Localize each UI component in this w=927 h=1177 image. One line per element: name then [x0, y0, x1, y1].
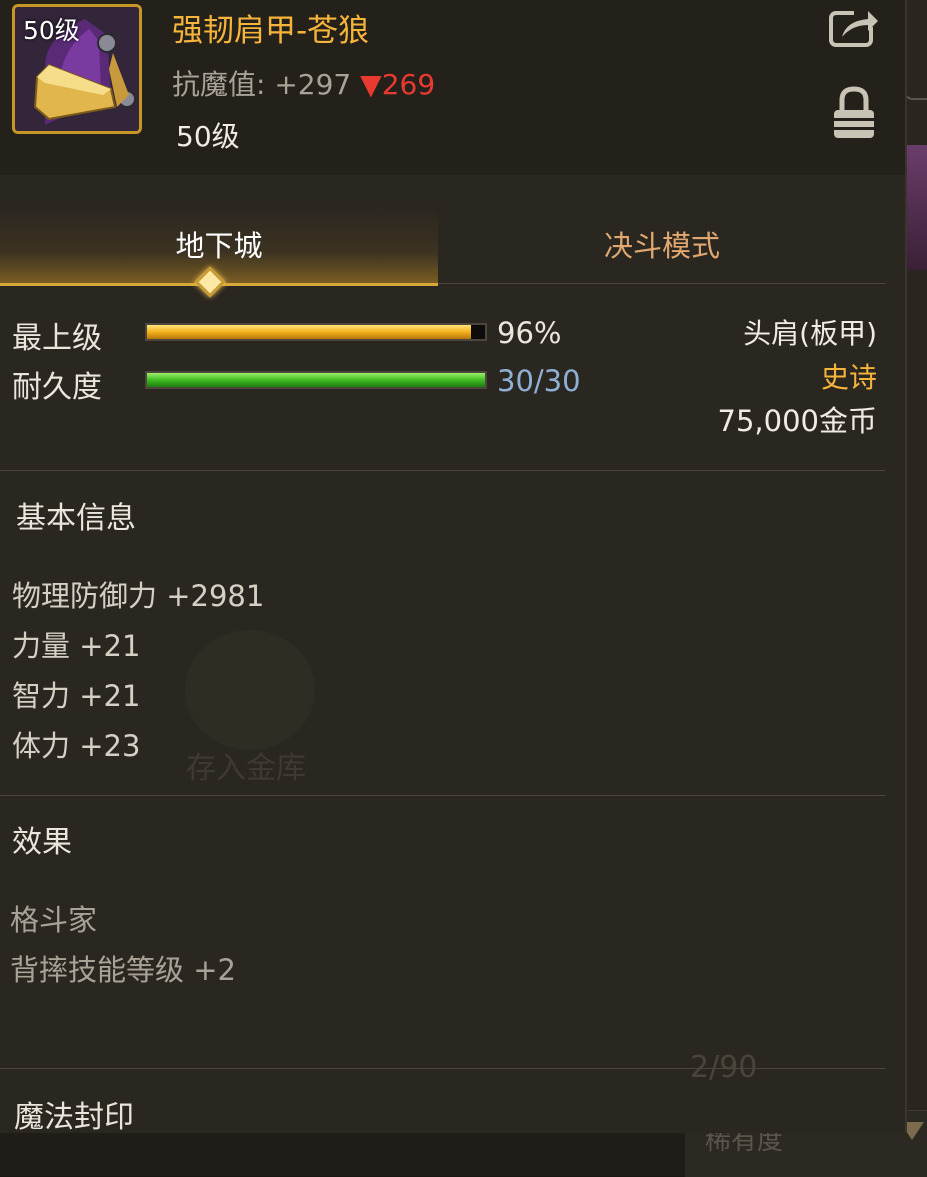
- item-icon-frame: 50级: [12, 4, 142, 134]
- required-level: 50级: [176, 120, 240, 153]
- sell-price: 75,000金币: [717, 404, 877, 438]
- attr-physical-defense: 物理防御力 +2981: [12, 579, 265, 613]
- effect-title: 效果: [12, 825, 72, 860]
- background-vault-label: 存入金库: [186, 751, 306, 786]
- effect-class: 格斗家: [10, 903, 98, 937]
- grade-bar-fill: [147, 325, 472, 339]
- background-vault-button: [185, 630, 315, 750]
- divider: [0, 795, 885, 796]
- equipment-slot-type: 头肩(板甲): [743, 317, 877, 350]
- durability-bar-fill: [147, 373, 485, 387]
- share-icon[interactable]: [828, 5, 880, 49]
- tab-dungeon[interactable]: 地下城: [0, 205, 438, 286]
- item-name: 强韧肩甲-苍狼: [172, 13, 370, 49]
- lock-icon[interactable]: [832, 86, 876, 140]
- magic-resist-stat: 抗魔值: +297 ▼269: [172, 63, 435, 103]
- divider: [0, 470, 885, 471]
- durability-label: 耐久度: [12, 370, 102, 405]
- basic-info-title: 基本信息: [16, 501, 136, 536]
- grade-bar: [145, 323, 487, 341]
- tab-duel-mode[interactable]: 决斗模式: [438, 205, 886, 284]
- tab-dungeon-label: 地下城: [175, 229, 263, 263]
- stat-label: 抗魔值:: [172, 68, 266, 101]
- tab-duel-mode-label: 决斗模式: [603, 229, 720, 263]
- attr-strength: 力量 +21: [12, 629, 141, 663]
- effect-skill-bonus: 背摔技能等级 +2: [10, 953, 236, 987]
- background-item-thumbnail[interactable]: [905, 145, 927, 270]
- grade-value: 96%: [497, 316, 562, 350]
- durability-value: 30/30: [497, 364, 581, 398]
- stat-down-arrow-icon: ▼: [360, 68, 382, 101]
- attr-vitality: 体力 +23: [12, 729, 141, 763]
- item-tooltip-panel: 50级 强韧肩甲-苍狼 抗魔值: +297 ▼269 50级 地下城 决斗模式 …: [0, 0, 907, 1133]
- rarity-label: 史诗: [820, 361, 877, 394]
- durability-bar: [145, 371, 487, 389]
- attr-intelligence: 智力 +21: [12, 679, 141, 713]
- magic-seal-title: 魔法封印: [14, 1100, 134, 1133]
- stat-change-value: 269: [381, 68, 436, 101]
- grade-label: 最上级: [12, 321, 102, 356]
- divider: [0, 1068, 885, 1069]
- item-level-badge: 50级: [23, 16, 80, 45]
- stat-value: +297: [274, 68, 352, 101]
